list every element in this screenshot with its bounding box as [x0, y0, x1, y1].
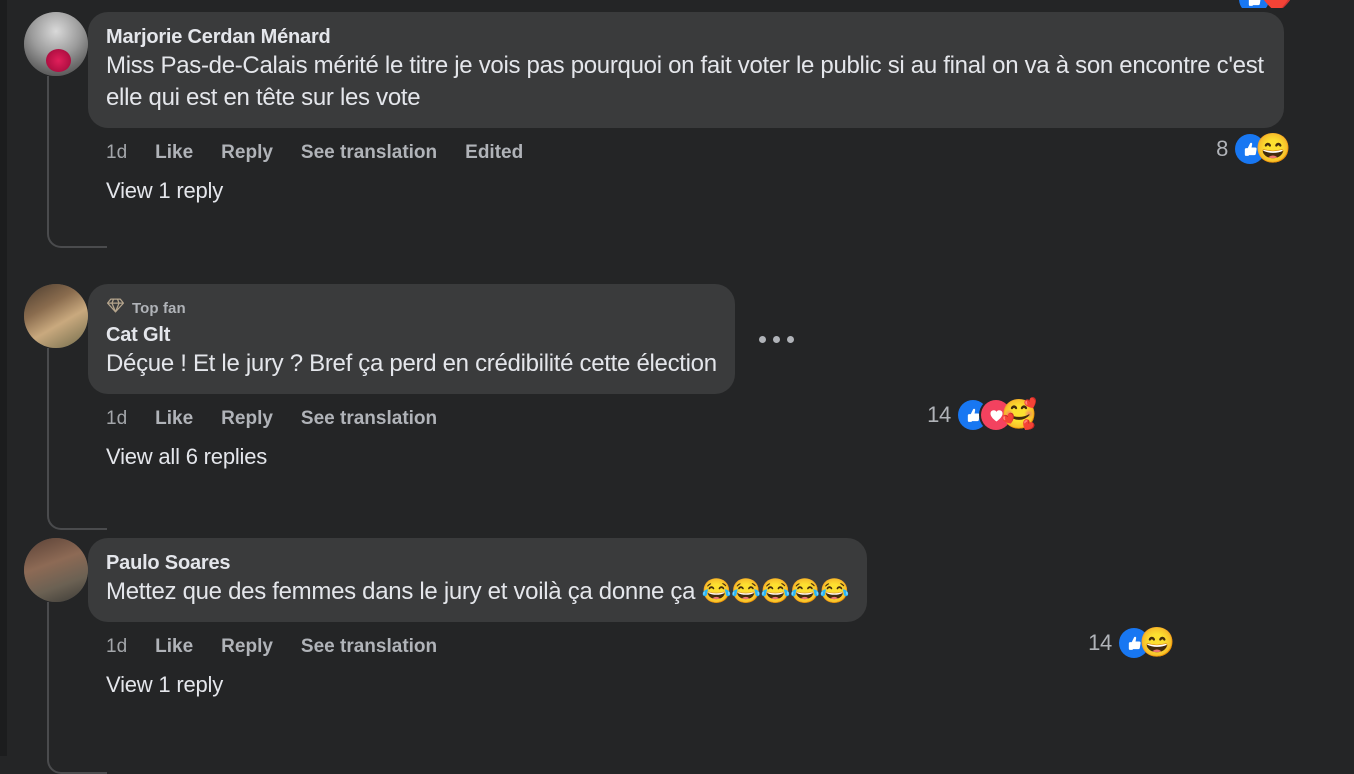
comment-body: Paulo Soares Mettez que des femmes dans l… [88, 538, 1354, 698]
reply-connector-line [47, 348, 107, 530]
bubble-row: Top fan Cat Glt Déçue ! Et le jury ? Bref … [88, 284, 1354, 395]
comment-actions: 1d Like Reply See translation 14 🥰 [88, 394, 1354, 431]
bubble-row: Marjorie Cerdan Ménard Miss Pas-de-Calais… [88, 12, 1354, 129]
comment-body: Top fan Cat Glt Déçue ! Et le jury ? Bref … [88, 284, 1354, 470]
view-replies-link[interactable]: View 1 reply [88, 658, 223, 698]
edited-label[interactable]: Edited [465, 142, 523, 164]
view-replies-link[interactable]: View all 6 replies [88, 430, 267, 470]
comment-text: Miss Pas-de-Calais mérité le titre je vo… [106, 52, 1271, 112]
reply-connector-line [47, 602, 107, 774]
reply-button[interactable]: Reply [221, 636, 273, 658]
top-fan-badge: Top fan [106, 296, 717, 320]
love-reaction-icon: ❤️ [1259, 0, 1295, 8]
care-reaction-icon: 🥰 [1000, 398, 1038, 431]
more-options-icon[interactable] [753, 326, 800, 353]
comment-author[interactable]: Cat Glt [106, 322, 717, 348]
comment-body: Marjorie Cerdan Ménard Miss Pas-de-Calais… [88, 12, 1354, 204]
comment-actions: 1d Like Reply See translation Edited 8 😄 [88, 128, 1354, 165]
comment-text: Déçue ! Et le jury ? Bref ça perd en cré… [106, 350, 717, 377]
bubble-row: Paulo Soares Mettez que des femmes dans l… [88, 538, 1354, 623]
reaction-count: 14 [1088, 630, 1112, 656]
avatar-column [0, 284, 88, 348]
reaction-pill-group[interactable]: ❤️ [1239, 0, 1295, 8]
timestamp[interactable]: 1d [106, 408, 127, 430]
comment-bubble: Marjorie Cerdan Ménard Miss Pas-de-Calais… [88, 12, 1284, 129]
reaction-pill-group[interactable]: 14 😄 [1088, 626, 1176, 659]
see-translation-button[interactable]: See translation [301, 142, 437, 164]
reaction-count: 14 [927, 402, 951, 428]
comment-actions: 1d Like Reply See translation 14 😄 [88, 622, 1354, 659]
timestamp[interactable]: 1d [106, 636, 127, 658]
avatar-column [0, 538, 88, 602]
comment-item: Marjorie Cerdan Ménard Miss Pas-de-Calais… [0, 12, 1354, 248]
like-button[interactable]: Like [155, 142, 193, 164]
comment-item: Paulo Soares Mettez que des femmes dans l… [0, 538, 1354, 774]
reply-connector-line [47, 76, 107, 248]
like-button[interactable]: Like [155, 408, 193, 430]
avatar-paulo-soares[interactable] [24, 538, 88, 602]
avatar-column [0, 12, 88, 76]
comment-text: Mettez que des femmes dans le jury et vo… [106, 578, 850, 605]
see-translation-button[interactable]: See translation [301, 408, 437, 430]
see-translation-button[interactable]: See translation [301, 636, 437, 658]
haha-reaction-icon: 😄 [1254, 132, 1292, 165]
avatar-cat-glt[interactable] [24, 284, 88, 348]
comment-bubble: Paulo Soares Mettez que des femmes dans l… [88, 538, 868, 623]
reply-button[interactable]: Reply [221, 142, 273, 164]
comment-author[interactable]: Paulo Soares [106, 550, 849, 576]
diamond-icon [106, 296, 125, 320]
reply-button[interactable]: Reply [221, 408, 273, 430]
reaction-pill-group[interactable]: 14 🥰 [927, 398, 1038, 431]
haha-reaction-icon: 😄 [1138, 626, 1176, 659]
reaction-pill-group[interactable]: 8 😄 [1216, 132, 1292, 165]
comment-item: Top fan Cat Glt Déçue ! Et le jury ? Bref … [0, 284, 1354, 530]
comment-author[interactable]: Marjorie Cerdan Ménard [106, 24, 1266, 50]
top-fan-label: Top fan [132, 299, 186, 317]
timestamp[interactable]: 1d [106, 142, 127, 164]
previous-comment-reactions-cutoff: ❤️ [0, 0, 1354, 8]
comment-bubble: Top fan Cat Glt Déçue ! Et le jury ? Bref … [88, 284, 735, 395]
view-replies-link[interactable]: View 1 reply [88, 164, 223, 204]
scrollbar-gutter[interactable] [0, 0, 7, 756]
like-button[interactable]: Like [155, 636, 193, 658]
avatar-marjorie-cerdan-menard[interactable] [24, 12, 88, 76]
reaction-count: 8 [1216, 136, 1228, 162]
